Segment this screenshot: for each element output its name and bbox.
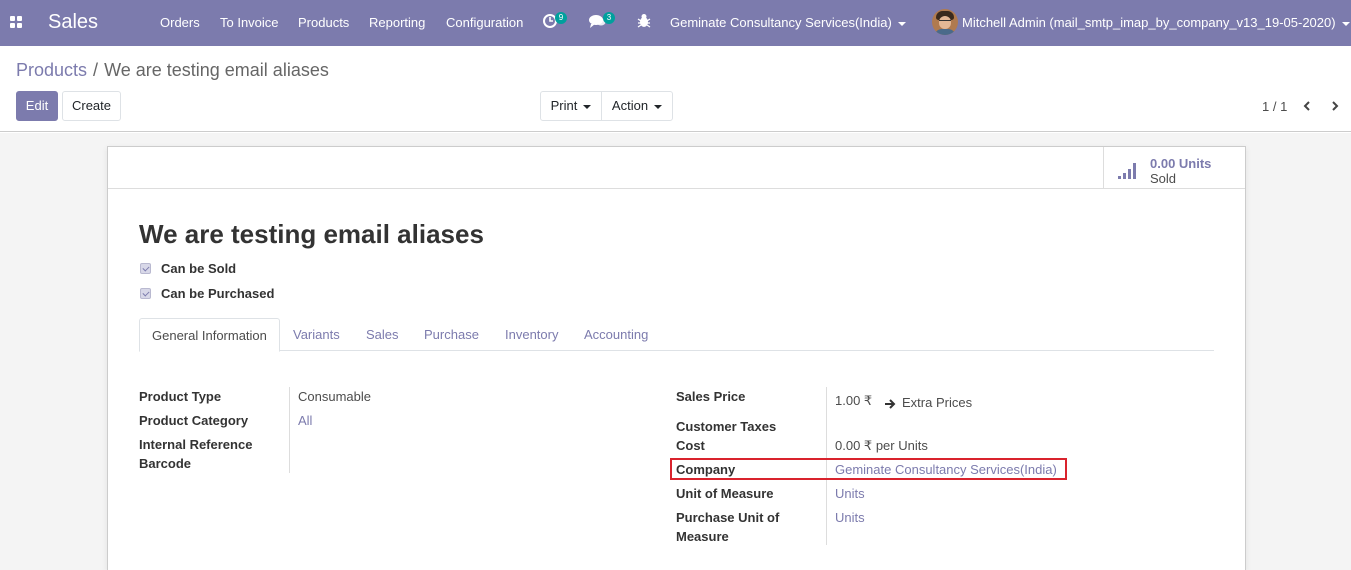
chevron-down-icon	[583, 104, 592, 109]
units-sold-button[interactable]: 0.00 Units Sold	[1103, 147, 1245, 189]
breadcrumb-current: We are testing email aliases	[104, 60, 329, 80]
can-be-sold-checkbox[interactable]	[140, 263, 151, 274]
company-link[interactable]: Geminate Consultancy Services(India)	[835, 462, 1057, 477]
tab-general-information[interactable]: General Information	[139, 318, 280, 352]
product-type-value: Consumable	[298, 389, 371, 404]
create-button[interactable]: Create	[62, 91, 121, 121]
top-navbar: Sales Orders To Invoice Products Reporti…	[0, 0, 1351, 46]
action-dropdown[interactable]: Action	[601, 91, 673, 121]
cost-amount: 0.00 ₹	[835, 438, 873, 453]
apps-menu-icon[interactable]	[10, 16, 23, 29]
purchase-uom-label-line2: Measure	[676, 529, 729, 544]
unit-of-measure-link[interactable]: Units	[835, 486, 865, 501]
chevron-down-icon	[654, 104, 663, 109]
can-be-sold-row: Can be Sold	[140, 261, 236, 276]
cost-suffix: per Units	[875, 438, 928, 453]
units-sold-label: Sold	[1150, 171, 1177, 186]
tab-variants[interactable]: Variants	[293, 318, 340, 351]
tab-sales[interactable]: Sales	[366, 318, 399, 351]
left-group-divider	[289, 387, 290, 473]
control-panel: Products / We are testing email aliases Ed…	[0, 46, 1351, 132]
app-name: Sales	[48, 11, 99, 33]
user-menu[interactable]: Mitchell Admin (mail_smtp_imap_by_compan…	[962, 15, 1350, 30]
chevron-down-icon	[897, 21, 906, 26]
menu-reporting[interactable]: Reporting	[369, 15, 425, 30]
cost-label: Cost	[676, 438, 705, 453]
purchase-uom-label-line1: Purchase Unit of	[676, 510, 780, 525]
company-switcher[interactable]: Geminate Consultancy Services(India)	[670, 15, 906, 30]
print-dropdown[interactable]: Print	[540, 91, 602, 121]
edit-button[interactable]: Edit	[16, 91, 58, 121]
sales-price-label: Sales Price	[676, 389, 746, 404]
chevron-right-icon[interactable]	[1330, 101, 1340, 111]
debug-bug-icon[interactable]	[637, 13, 655, 31]
sales-price-value: 1.00 ₹	[835, 393, 873, 408]
smart-button-box: 0.00 Units Sold	[108, 147, 1245, 189]
message-count-badge: 3	[603, 12, 615, 24]
menu-products[interactable]: Products	[298, 15, 349, 30]
customer-taxes-label: Customer Taxes	[676, 419, 777, 434]
product-name: We are testing email aliases	[139, 219, 484, 249]
product-type-label: Product Type	[139, 389, 222, 404]
breadcrumb-products-link[interactable]: Products	[16, 60, 87, 80]
units-sold-value: 0.00 Units	[1150, 156, 1212, 171]
chevron-left-icon[interactable]	[1302, 101, 1312, 111]
can-be-purchased-checkbox[interactable]	[140, 288, 151, 299]
cost-value: 0.00 ₹ per Units	[835, 438, 928, 454]
menu-orders[interactable]: Orders	[160, 15, 200, 30]
company-label: Company	[676, 462, 736, 477]
product-category-label: Product Category	[139, 413, 249, 428]
arrow-right-icon	[885, 398, 896, 409]
activity-count-badge: 9	[555, 12, 567, 24]
unit-of-measure-label: Unit of Measure	[676, 486, 774, 501]
internal-reference-label: Internal Reference	[139, 437, 253, 452]
pager-value[interactable]: 1 / 1	[1262, 99, 1287, 114]
print-label: Print	[550, 98, 578, 113]
purchase-uom-link[interactable]: Units	[835, 510, 865, 525]
extra-prices-button[interactable]: Extra Prices	[884, 395, 972, 410]
can-be-purchased-row: Can be Purchased	[140, 286, 274, 301]
company-name: Geminate Consultancy Services(India)	[670, 15, 892, 30]
tab-inventory[interactable]: Inventory	[505, 318, 558, 351]
breadcrumb: Products / We are testing email aliases	[16, 60, 329, 81]
action-label: Action	[611, 98, 649, 113]
extra-prices-label: Extra Prices	[902, 395, 973, 410]
menu-configuration[interactable]: Configuration	[446, 15, 523, 30]
breadcrumb-separator: /	[93, 60, 99, 80]
product-category-link[interactable]: All	[298, 413, 312, 428]
signal-bars-icon	[1118, 163, 1136, 179]
barcode-label: Barcode	[139, 456, 192, 471]
chevron-down-icon	[1341, 21, 1350, 26]
menu-to-invoice[interactable]: To Invoice	[220, 15, 279, 30]
form-sheet: 0.00 Units Sold We are testing email ali…	[107, 146, 1246, 570]
user-name: Mitchell Admin (mail_smtp_imap_by_compan…	[962, 15, 1336, 30]
tab-accounting[interactable]: Accounting	[584, 318, 648, 351]
notebook-tabs: General Information Variants Sales Purch…	[139, 318, 1214, 352]
can-be-sold-label: Can be Sold	[161, 261, 237, 276]
can-be-purchased-label: Can be Purchased	[161, 286, 275, 301]
user-avatar[interactable]	[932, 9, 958, 35]
tab-purchase[interactable]: Purchase	[424, 318, 479, 351]
